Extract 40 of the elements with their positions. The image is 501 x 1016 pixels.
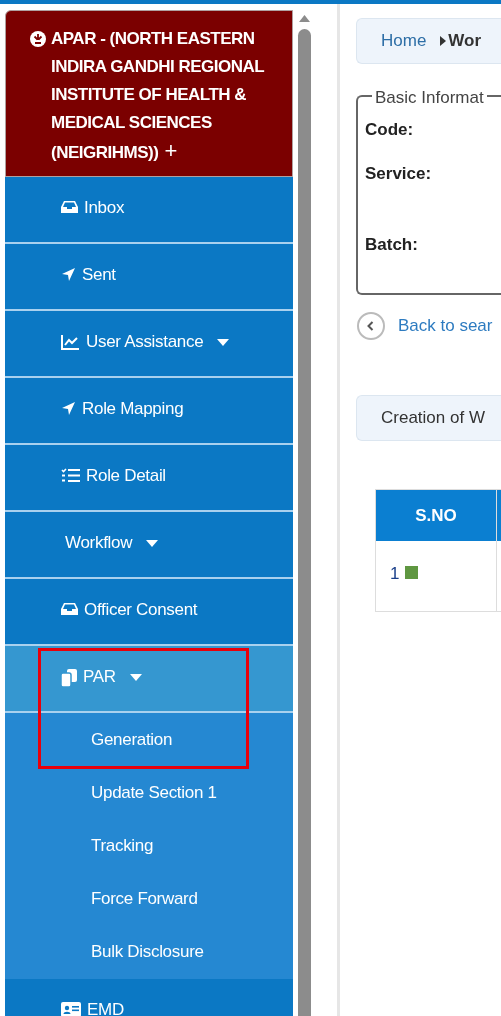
scroll-up-icon[interactable]: [298, 14, 311, 23]
id-card-icon: [61, 1002, 81, 1016]
back-link[interactable]: Back to sear: [398, 313, 493, 339]
menu-item[interactable]: Sent: [5, 244, 293, 311]
chevron-icon: [440, 36, 447, 46]
checklist-icon: [61, 468, 80, 483]
dashboard-icon: [30, 31, 46, 47]
submenu-item[interactable]: Force Forward: [5, 872, 293, 925]
menu-item[interactable]: Inbox: [5, 177, 293, 244]
submenu-item[interactable]: Update Section 1: [5, 766, 293, 819]
submenu-item[interactable]: Tracking: [5, 819, 293, 872]
send-icon: [61, 267, 76, 282]
menu-item[interactable]: User Assistance: [5, 311, 293, 378]
app-title[interactable]: APAR - (NORTH EASTERN INDIRA GANDHI REGIONAL INSTITUTE OF HEALTH & MEDICAL SCIENCES (NEIGRIHMS)) +: [51, 25, 290, 167]
inbox-icon: [61, 200, 78, 214]
submenu-item[interactable]: Bulk Disclosure: [5, 925, 293, 978]
section-header: Creation of W: [356, 395, 501, 441]
menu-item[interactable]: Role Mapping: [5, 378, 293, 445]
breadcrumb-link[interactable]: Home: [381, 28, 427, 54]
chart-icon: [61, 334, 80, 350]
field-label: Service:: [365, 163, 432, 185]
caret-icon: [146, 540, 159, 547]
menu-item[interactable]: PAR: [5, 646, 293, 713]
table-cell-text: 1: [390, 563, 400, 585]
caret-icon: [129, 674, 142, 681]
field-label: Batch:: [365, 234, 418, 256]
menu-item[interactable]: EMD: [5, 979, 293, 1016]
send-icon: [61, 401, 76, 416]
menu-item[interactable]: Officer Consent: [5, 579, 293, 646]
submenu-item[interactable]: Generation: [5, 713, 293, 766]
scrollbar-thumb[interactable]: [298, 29, 311, 1016]
menu-item[interactable]: Role Detail: [5, 445, 293, 512]
menu-item[interactable]: Workflow: [5, 512, 293, 579]
back-icon[interactable]: [356, 311, 386, 341]
copy-icon: [61, 669, 77, 687]
caret-icon: [217, 339, 230, 346]
inbox-icon: [61, 602, 78, 616]
column-header: S.NO: [376, 490, 497, 541]
field-label: Code:: [365, 119, 414, 141]
breadcrumb-link[interactable]: Wor: [448, 28, 482, 54]
